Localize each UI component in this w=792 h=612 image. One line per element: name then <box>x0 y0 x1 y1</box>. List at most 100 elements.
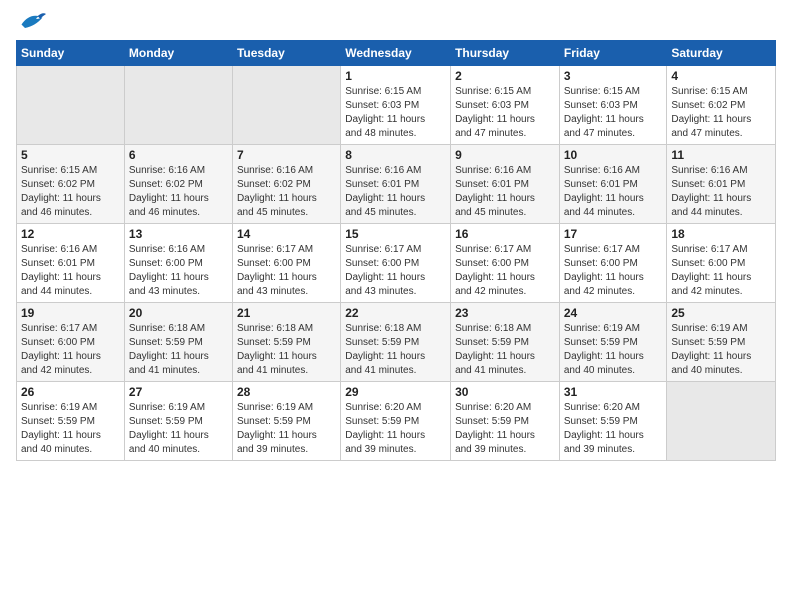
calendar-cell: 12 Sunrise: 6:16 AMSunset: 6:01 PMDayligh… <box>17 224 125 303</box>
day-info: Sunrise: 6:19 AMSunset: 5:59 PMDaylight:… <box>671 322 771 378</box>
weekday-monday: Monday <box>124 41 232 66</box>
day-number: 4 <box>671 69 771 83</box>
day-info: Sunrise: 6:19 AMSunset: 5:59 PMDaylight:… <box>129 401 228 457</box>
day-info: Sunrise: 6:17 AMSunset: 6:00 PMDaylight:… <box>455 243 555 299</box>
calendar-cell: 2 Sunrise: 6:15 AMSunset: 6:03 PMDaylight… <box>451 66 560 145</box>
day-info: Sunrise: 6:17 AMSunset: 6:00 PMDaylight:… <box>671 243 771 299</box>
calendar-header: SundayMondayTuesdayWednesdayThursdayFrid… <box>17 41 776 66</box>
day-info: Sunrise: 6:16 AMSunset: 6:01 PMDaylight:… <box>21 243 120 299</box>
week-row-5: 26Sunrise: 6:19 AMSunset: 5:59 PMDayligh… <box>17 382 776 461</box>
day-number: 16 <box>455 227 555 241</box>
calendar-cell: 16 Sunrise: 6:17 AMSunset: 6:00 PMDayligh… <box>451 224 560 303</box>
weekday-sunday: Sunday <box>17 41 125 66</box>
day-number: 31 <box>564 385 663 399</box>
day-info: Sunrise: 6:19 AMSunset: 5:59 PMDaylight:… <box>21 401 120 457</box>
calendar-table: SundayMondayTuesdayWednesdayThursdayFrid… <box>16 40 776 461</box>
day-info: Sunrise: 6:15 AMSunset: 6:02 PMDaylight:… <box>21 164 120 220</box>
weekday-saturday: Saturday <box>667 41 776 66</box>
weekday-thursday: Thursday <box>451 41 560 66</box>
day-info: Sunrise: 6:16 AMSunset: 6:01 PMDaylight:… <box>345 164 446 220</box>
week-row-2: 5Sunrise: 6:15 AMSunset: 6:02 PMDaylight… <box>17 145 776 224</box>
calendar-cell: 4 Sunrise: 6:15 AMSunset: 6:02 PMDaylight… <box>667 66 776 145</box>
weekday-header-row: SundayMondayTuesdayWednesdayThursdayFrid… <box>17 41 776 66</box>
calendar-cell: 10 Sunrise: 6:16 AMSunset: 6:01 PMDayligh… <box>559 145 667 224</box>
day-number: 3 <box>564 69 663 83</box>
day-number: 19 <box>21 306 120 320</box>
day-info: Sunrise: 6:16 AMSunset: 6:01 PMDaylight:… <box>455 164 555 220</box>
calendar-cell: 17Sunrise: 6:17 AMSunset: 6:00 PMDayligh… <box>559 224 667 303</box>
day-info: Sunrise: 6:16 AMSunset: 6:02 PMDaylight:… <box>237 164 336 220</box>
calendar-cell: 31 Sunrise: 6:20 AMSunset: 5:59 PMDayligh… <box>559 382 667 461</box>
day-info: Sunrise: 6:15 AMSunset: 6:03 PMDaylight:… <box>345 85 446 141</box>
day-info: Sunrise: 6:17 AMSunset: 6:00 PMDaylight:… <box>237 243 336 299</box>
calendar-cell: 23Sunrise: 6:18 AMSunset: 5:59 PMDayligh… <box>451 303 560 382</box>
day-info: Sunrise: 6:18 AMSunset: 5:59 PMDaylight:… <box>237 322 336 378</box>
day-info: Sunrise: 6:15 AMSunset: 6:03 PMDaylight:… <box>455 85 555 141</box>
weekday-friday: Friday <box>559 41 667 66</box>
day-info: Sunrise: 6:20 AMSunset: 5:59 PMDaylight:… <box>564 401 663 457</box>
calendar-cell: 30Sunrise: 6:20 AMSunset: 5:59 PMDayligh… <box>451 382 560 461</box>
day-info: Sunrise: 6:19 AMSunset: 5:59 PMDaylight:… <box>237 401 336 457</box>
day-info: Sunrise: 6:18 AMSunset: 5:59 PMDaylight:… <box>455 322 555 378</box>
day-info: Sunrise: 6:17 AMSunset: 6:00 PMDaylight:… <box>21 322 120 378</box>
calendar-cell: 1 Sunrise: 6:15 AMSunset: 6:03 PMDaylight… <box>341 66 451 145</box>
calendar-cell: 19 Sunrise: 6:17 AMSunset: 6:00 PMDayligh… <box>17 303 125 382</box>
day-number: 22 <box>345 306 446 320</box>
calendar-cell: 3 Sunrise: 6:15 AMSunset: 6:03 PMDaylight… <box>559 66 667 145</box>
day-number: 20 <box>129 306 228 320</box>
calendar-cell: 21Sunrise: 6:18 AMSunset: 5:59 PMDayligh… <box>232 303 340 382</box>
day-number: 8 <box>345 148 446 162</box>
day-number: 15 <box>345 227 446 241</box>
day-number: 2 <box>455 69 555 83</box>
calendar-body: 1 Sunrise: 6:15 AMSunset: 6:03 PMDaylight… <box>17 66 776 461</box>
calendar-cell: 8 Sunrise: 6:16 AMSunset: 6:01 PMDaylight… <box>341 145 451 224</box>
calendar-cell: 26Sunrise: 6:19 AMSunset: 5:59 PMDayligh… <box>17 382 125 461</box>
calendar-cell: 5Sunrise: 6:15 AMSunset: 6:02 PMDaylight… <box>17 145 125 224</box>
day-info: Sunrise: 6:17 AMSunset: 6:00 PMDaylight:… <box>345 243 446 299</box>
day-number: 6 <box>129 148 228 162</box>
day-info: Sunrise: 6:15 AMSunset: 6:03 PMDaylight:… <box>564 85 663 141</box>
day-number: 30 <box>455 385 555 399</box>
calendar-cell: 6 Sunrise: 6:16 AMSunset: 6:02 PMDaylight… <box>124 145 232 224</box>
day-number: 7 <box>237 148 336 162</box>
calendar-cell: 14 Sunrise: 6:17 AMSunset: 6:00 PMDayligh… <box>232 224 340 303</box>
calendar-cell <box>124 66 232 145</box>
calendar-cell: 7 Sunrise: 6:16 AMSunset: 6:02 PMDaylight… <box>232 145 340 224</box>
calendar-cell: 20Sunrise: 6:18 AMSunset: 5:59 PMDayligh… <box>124 303 232 382</box>
calendar-cell: 11 Sunrise: 6:16 AMSunset: 6:01 PMDayligh… <box>667 145 776 224</box>
day-number: 11 <box>671 148 771 162</box>
header <box>16 10 776 32</box>
day-info: Sunrise: 6:17 AMSunset: 6:00 PMDaylight:… <box>564 243 663 299</box>
weekday-tuesday: Tuesday <box>232 41 340 66</box>
day-number: 29 <box>345 385 446 399</box>
day-number: 12 <box>21 227 120 241</box>
day-info: Sunrise: 6:16 AMSunset: 6:01 PMDaylight:… <box>564 164 663 220</box>
day-number: 14 <box>237 227 336 241</box>
week-row-4: 19 Sunrise: 6:17 AMSunset: 6:00 PMDayligh… <box>17 303 776 382</box>
day-number: 27 <box>129 385 228 399</box>
logo <box>16 10 46 32</box>
day-info: Sunrise: 6:20 AMSunset: 5:59 PMDaylight:… <box>345 401 446 457</box>
day-info: Sunrise: 6:19 AMSunset: 5:59 PMDaylight:… <box>564 322 663 378</box>
calendar-cell: 28Sunrise: 6:19 AMSunset: 5:59 PMDayligh… <box>232 382 340 461</box>
calendar-cell: 27 Sunrise: 6:19 AMSunset: 5:59 PMDayligh… <box>124 382 232 461</box>
day-number: 1 <box>345 69 446 83</box>
calendar-cell: 24Sunrise: 6:19 AMSunset: 5:59 PMDayligh… <box>559 303 667 382</box>
day-info: Sunrise: 6:15 AMSunset: 6:02 PMDaylight:… <box>671 85 771 141</box>
day-info: Sunrise: 6:16 AMSunset: 6:01 PMDaylight:… <box>671 164 771 220</box>
calendar-cell: 13Sunrise: 6:16 AMSunset: 6:00 PMDayligh… <box>124 224 232 303</box>
day-number: 9 <box>455 148 555 162</box>
calendar-page: SundayMondayTuesdayWednesdayThursdayFrid… <box>0 0 792 612</box>
calendar-cell: 18Sunrise: 6:17 AMSunset: 6:00 PMDayligh… <box>667 224 776 303</box>
day-info: Sunrise: 6:18 AMSunset: 5:59 PMDaylight:… <box>345 322 446 378</box>
day-info: Sunrise: 6:16 AMSunset: 6:02 PMDaylight:… <box>129 164 228 220</box>
day-number: 25 <box>671 306 771 320</box>
calendar-cell <box>667 382 776 461</box>
day-number: 13 <box>129 227 228 241</box>
calendar-cell: 29 Sunrise: 6:20 AMSunset: 5:59 PMDayligh… <box>341 382 451 461</box>
calendar-cell: 15 Sunrise: 6:17 AMSunset: 6:00 PMDayligh… <box>341 224 451 303</box>
day-number: 10 <box>564 148 663 162</box>
calendar-cell: 22 Sunrise: 6:18 AMSunset: 5:59 PMDayligh… <box>341 303 451 382</box>
weekday-wednesday: Wednesday <box>341 41 451 66</box>
logo-bird-icon <box>18 10 46 32</box>
